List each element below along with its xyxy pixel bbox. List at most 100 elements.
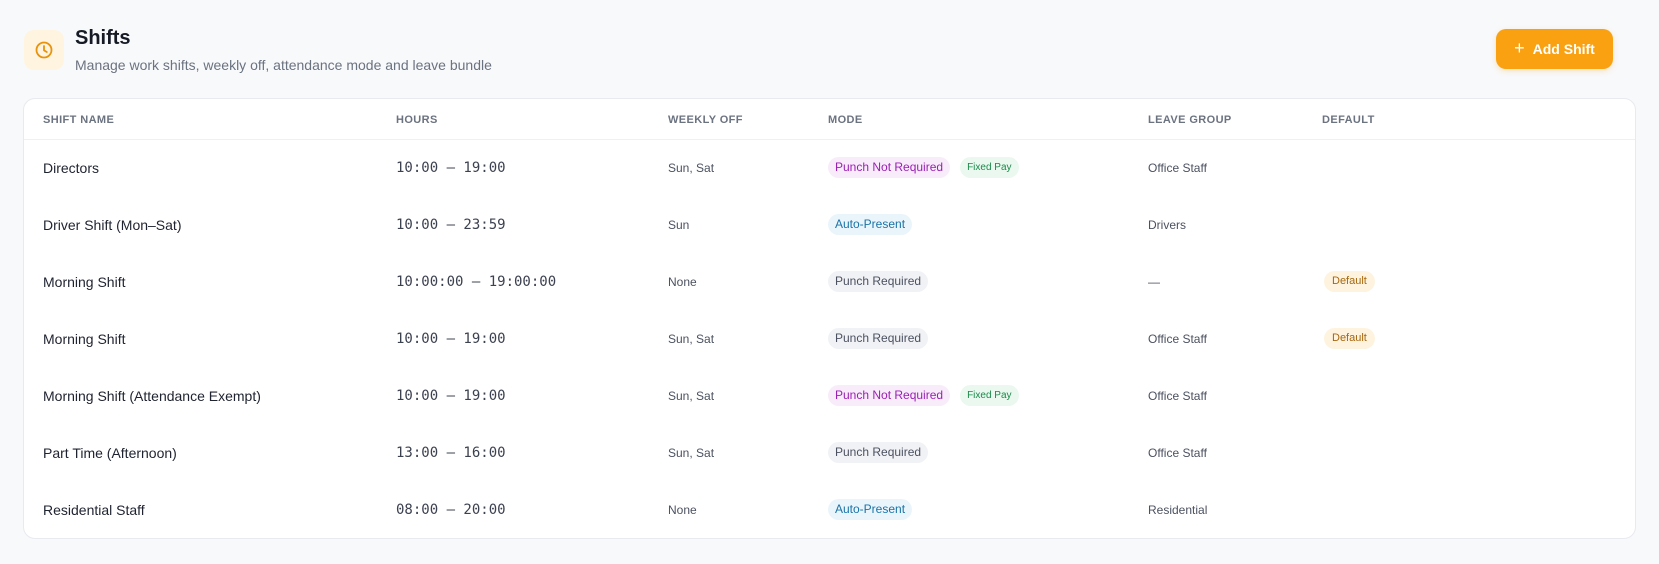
default-badge: Default bbox=[1324, 328, 1375, 349]
cell-weekly-off: None bbox=[668, 253, 828, 310]
cell-default bbox=[1322, 139, 1635, 196]
column-header-hours[interactable]: Hours bbox=[396, 99, 668, 140]
add-shift-button[interactable]: + Add Shift bbox=[1496, 29, 1613, 69]
mode-badge: Auto-Present bbox=[828, 214, 913, 235]
shift-hours: 10:00 – 19:00 bbox=[396, 387, 506, 404]
column-header-default[interactable]: Default bbox=[1322, 99, 1635, 140]
column-header-shift-name[interactable]: Shift Name bbox=[24, 99, 396, 140]
cell-default: Default bbox=[1322, 310, 1635, 367]
shift-name[interactable]: Morning Shift (Attendance Exempt) bbox=[43, 388, 261, 404]
shift-name[interactable]: Morning Shift bbox=[43, 274, 125, 290]
cell-shift-name: Part Time (Afternoon) bbox=[24, 424, 396, 481]
page-title: Shifts bbox=[75, 27, 131, 49]
weekly-off: Sun, Sat bbox=[668, 388, 715, 403]
mode-badge: Punch Required bbox=[828, 442, 929, 463]
table-row[interactable]: Driver Shift (Mon–Sat) 10:00 – 23:59 Sun Au… bbox=[24, 196, 1635, 253]
cell-mode: Auto-Present bbox=[828, 481, 1148, 538]
cell-shift-name: Morning Shift (Attendance Exempt) bbox=[24, 367, 396, 424]
table-body: Directors 10:00 – 19:00 Sun, Sat Punch Not … bbox=[24, 139, 1635, 538]
cell-mode: Punch Not Required Fixed Pay bbox=[828, 139, 1148, 196]
shift-hours: 13:00 – 16:00 bbox=[396, 444, 506, 461]
shift-hours: 10:00 – 19:00 bbox=[396, 159, 506, 176]
cell-hours: 10:00 – 19:00 bbox=[396, 139, 668, 196]
cell-weekly-off: Sun, Sat bbox=[668, 139, 828, 196]
leave-group: Office Staff bbox=[1148, 388, 1207, 403]
table-header-row: Shift Name Hours Weekly Off Mode Leave G… bbox=[24, 99, 1635, 140]
leave-group: Drivers bbox=[1148, 217, 1186, 232]
page-header: Shifts Manage work shifts, weekly off, a… bbox=[23, 0, 1636, 98]
leave-group: Office Staff bbox=[1148, 445, 1207, 460]
shifts-page: Shifts Manage work shifts, weekly off, a… bbox=[0, 0, 1659, 564]
default-badge: Default bbox=[1324, 271, 1375, 292]
column-header-leave-group[interactable]: Leave Group bbox=[1148, 99, 1322, 140]
plus-icon: + bbox=[1514, 38, 1525, 58]
cell-leave-group: — bbox=[1148, 253, 1322, 310]
cell-weekly-off: Sun, Sat bbox=[668, 310, 828, 367]
weekly-off: Sun, Sat bbox=[668, 331, 715, 346]
fixed-pay-badge: Fixed Pay bbox=[960, 157, 1019, 179]
cell-hours: 13:00 – 16:00 bbox=[396, 424, 668, 481]
shift-hours: 10:00 – 23:59 bbox=[396, 216, 506, 233]
cell-default bbox=[1322, 481, 1635, 538]
table-row[interactable]: Morning Shift 10:00:00 – 19:00:00 None Punc… bbox=[24, 253, 1635, 310]
shift-hours: 08:00 – 20:00 bbox=[396, 501, 506, 518]
shift-name[interactable]: Part Time (Afternoon) bbox=[43, 445, 177, 461]
cell-shift-name: Driver Shift (Mon–Sat) bbox=[24, 196, 396, 253]
cell-default: Default bbox=[1322, 253, 1635, 310]
weekly-off: Sun, Sat bbox=[668, 445, 715, 460]
column-header-weekly-off[interactable]: Weekly Off bbox=[668, 99, 828, 140]
leave-group: Residential bbox=[1148, 502, 1208, 517]
cell-shift-name: Morning Shift bbox=[24, 253, 396, 310]
cell-leave-group: Drivers bbox=[1148, 196, 1322, 253]
table-row[interactable]: Part Time (Afternoon) 13:00 – 16:00 Sun, S… bbox=[24, 424, 1635, 481]
cell-mode: Punch Required bbox=[828, 253, 1148, 310]
cell-default bbox=[1322, 424, 1635, 481]
weekly-off: None bbox=[668, 274, 697, 289]
shifts-table-card: Shift Name Hours Weekly Off Mode Leave G… bbox=[23, 98, 1636, 539]
cell-mode: Punch Required bbox=[828, 310, 1148, 367]
clock-icon bbox=[24, 30, 64, 70]
cell-weekly-off: Sun, Sat bbox=[668, 367, 828, 424]
cell-mode: Auto-Present bbox=[828, 196, 1148, 253]
cell-leave-group: Office Staff bbox=[1148, 139, 1322, 196]
cell-mode: Punch Not Required Fixed Pay bbox=[828, 367, 1148, 424]
cell-hours: 10:00 – 19:00 bbox=[396, 310, 668, 367]
cell-shift-name: Directors bbox=[24, 139, 396, 196]
add-shift-label: Add Shift bbox=[1532, 41, 1595, 57]
weekly-off: Sun bbox=[668, 217, 690, 232]
leave-group: Office Staff bbox=[1148, 331, 1207, 346]
leave-group: — bbox=[1148, 274, 1160, 289]
cell-leave-group: Office Staff bbox=[1148, 367, 1322, 424]
header-text: Shifts Manage work shifts, weekly off, a… bbox=[75, 26, 492, 74]
cell-hours: 10:00 – 19:00 bbox=[396, 367, 668, 424]
column-header-mode[interactable]: Mode bbox=[828, 99, 1148, 140]
fixed-pay-badge: Fixed Pay bbox=[960, 385, 1019, 406]
mode-badge: Punch Not Required bbox=[828, 157, 951, 179]
cell-shift-name: Morning Shift bbox=[24, 310, 396, 367]
cell-leave-group: Residential bbox=[1148, 481, 1322, 538]
shift-name[interactable]: Directors bbox=[43, 160, 99, 176]
cell-hours: 08:00 – 20:00 bbox=[396, 481, 668, 538]
mode-badge: Punch Not Required bbox=[828, 385, 951, 406]
cell-default bbox=[1322, 196, 1635, 253]
cell-weekly-off: Sun, Sat bbox=[668, 424, 828, 481]
cell-shift-name: Residential Staff bbox=[24, 481, 396, 538]
cell-hours: 10:00 – 23:59 bbox=[396, 196, 668, 253]
cell-mode: Punch Required bbox=[828, 424, 1148, 481]
weekly-off: Sun, Sat bbox=[668, 160, 715, 175]
table-row[interactable]: Directors 10:00 – 19:00 Sun, Sat Punch Not … bbox=[24, 139, 1635, 196]
cell-weekly-off: Sun bbox=[668, 196, 828, 253]
cell-leave-group: Office Staff bbox=[1148, 310, 1322, 367]
cell-leave-group: Office Staff bbox=[1148, 424, 1322, 481]
weekly-off: None bbox=[668, 502, 697, 517]
shift-name[interactable]: Residential Staff bbox=[43, 502, 145, 518]
leave-group: Office Staff bbox=[1148, 160, 1207, 175]
shift-name[interactable]: Morning Shift bbox=[43, 331, 125, 347]
table-row[interactable]: Residential Staff 08:00 – 20:00 None Auto-P… bbox=[24, 481, 1635, 538]
table-row[interactable]: Morning Shift (Attendance Exempt) 10:00 –… bbox=[24, 367, 1635, 424]
cell-default bbox=[1322, 367, 1635, 424]
shift-name[interactable]: Driver Shift (Mon–Sat) bbox=[43, 217, 181, 233]
shifts-table: Shift Name Hours Weekly Off Mode Leave G… bbox=[24, 99, 1635, 538]
table-row[interactable]: Morning Shift 10:00 – 19:00 Sun, Sat Punch … bbox=[24, 310, 1635, 367]
shift-hours: 10:00:00 – 19:00:00 bbox=[396, 273, 557, 290]
